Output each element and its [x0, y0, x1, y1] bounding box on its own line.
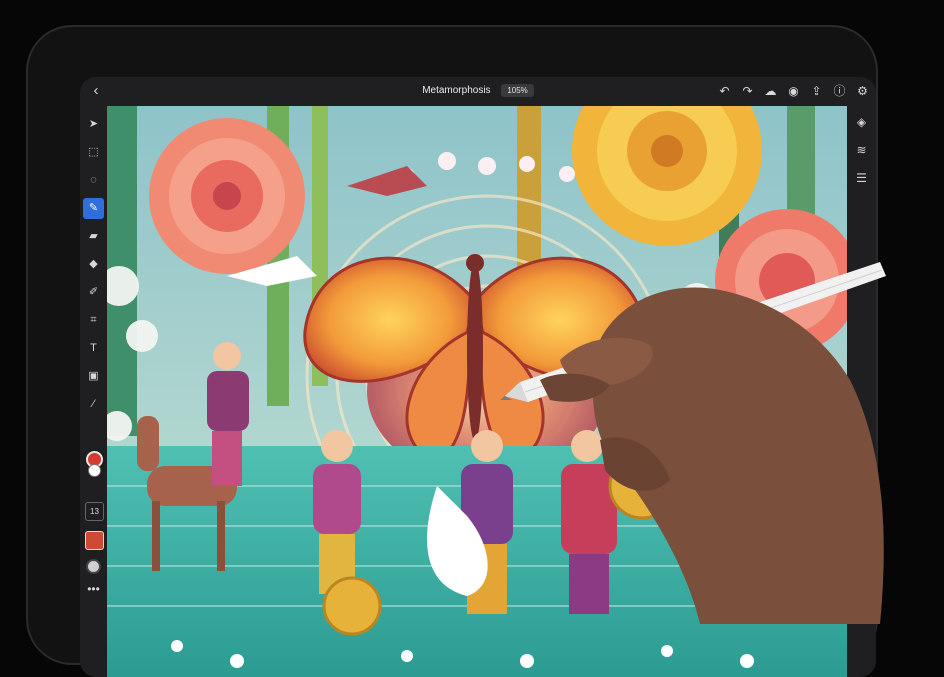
ipad-device-frame: ‹ Metamorphosis 105% ↶ ↷ ☁ ◉ ⇪ ⓘ ⚙ ➤ ⬚ ◌… — [26, 25, 878, 677]
crop-icon[interactable]: ⌗ — [83, 310, 104, 331]
opacity-control[interactable] — [86, 559, 101, 574]
user-icon[interactable]: ◉ — [784, 82, 803, 101]
smudge-icon[interactable]: ✐ — [83, 282, 104, 303]
transform-icon[interactable]: ⬚ — [83, 142, 104, 163]
artwork-illustration — [107, 106, 847, 677]
app-screen: ‹ Metamorphosis 105% ↶ ↷ ☁ ◉ ⇪ ⓘ ⚙ ➤ ⬚ ◌… — [80, 77, 876, 677]
top-bar: ‹ Metamorphosis 105% ↶ ↷ ☁ ◉ ⇪ ⓘ ⚙ — [80, 77, 876, 106]
text-icon[interactable]: T — [83, 338, 104, 359]
zoom-level-badge[interactable]: 105% — [501, 84, 534, 97]
gear-icon[interactable]: ⚙ — [853, 82, 872, 101]
lasso-icon[interactable]: ◌ — [83, 170, 104, 191]
cloud-icon[interactable]: ☁ — [761, 82, 780, 101]
brush-size-field[interactable]: 13 — [85, 502, 104, 521]
image-icon[interactable]: ▣ — [83, 366, 104, 387]
document-title: Metamorphosis — [422, 85, 491, 96]
current-color-button[interactable] — [85, 531, 104, 550]
redo-icon[interactable]: ↷ — [738, 82, 757, 101]
layers-icon[interactable]: ◈ — [851, 112, 872, 133]
right-toolbar: ◈ ≋ ☰ — [847, 106, 876, 677]
help-icon[interactable]: ⓘ — [830, 82, 849, 101]
top-bar-actions: ↶ ↷ ☁ ◉ ⇪ ⓘ ⚙ — [715, 82, 872, 101]
brush-icon[interactable]: ✎ — [83, 198, 104, 219]
left-toolbar: ➤ ⬚ ◌ ✎ ▰ ◆ ✐ ⌗ T ▣ ⁄ 13 ••• — [80, 106, 107, 677]
undo-icon[interactable]: ↶ — [715, 82, 734, 101]
more-options-icon[interactable]: ••• — [83, 582, 104, 596]
eyedropper-icon[interactable]: ⁄ — [83, 394, 104, 415]
layer-properties-icon[interactable]: ≋ — [851, 140, 872, 161]
background-color-swatch[interactable] — [88, 464, 101, 477]
adjustments-icon[interactable]: ☰ — [851, 168, 872, 189]
share-icon[interactable]: ⇪ — [807, 82, 826, 101]
eraser-icon[interactable]: ▰ — [83, 226, 104, 247]
select-arrow-icon[interactable]: ➤ — [83, 114, 104, 135]
fill-bucket-icon[interactable]: ◆ — [83, 254, 104, 275]
artwork-canvas[interactable] — [107, 106, 847, 677]
